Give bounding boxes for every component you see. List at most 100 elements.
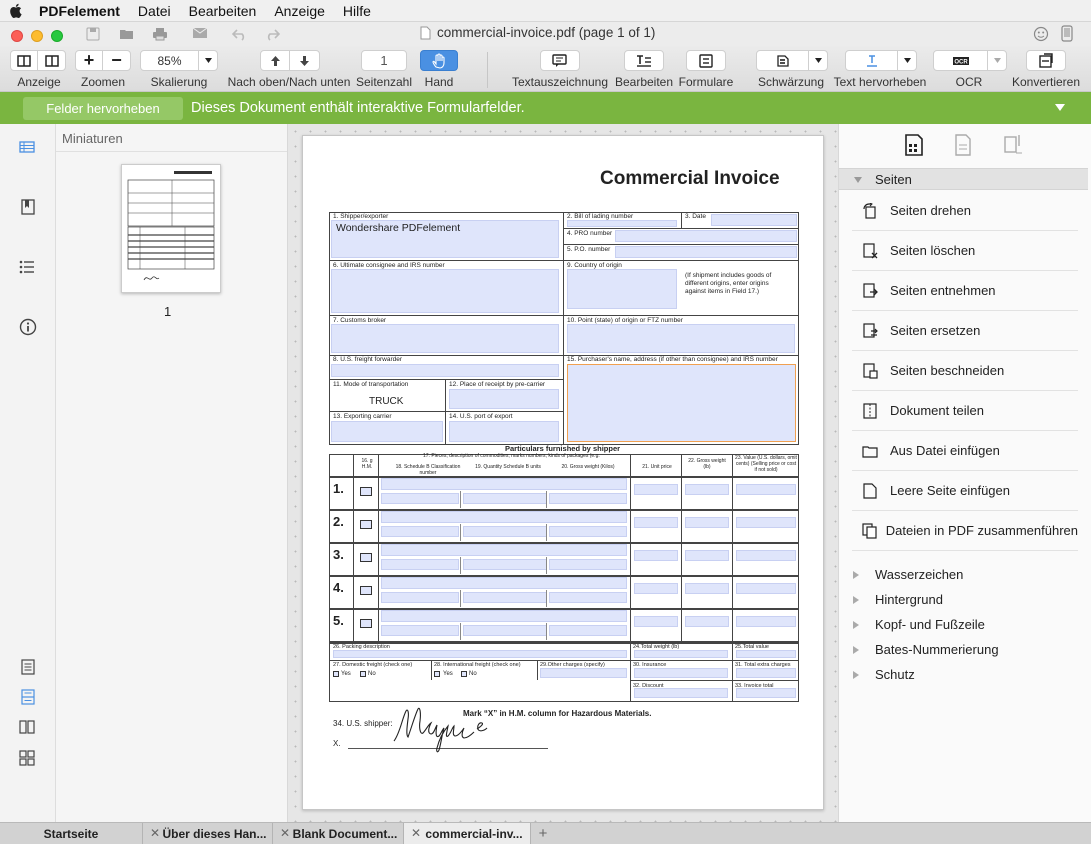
total-value-field[interactable] xyxy=(736,650,796,658)
item-description-field[interactable] xyxy=(381,610,627,622)
date-field[interactable] xyxy=(711,214,797,226)
item-amount-field[interactable] xyxy=(736,517,796,528)
domestic-yes-checkbox[interactable] xyxy=(333,671,339,677)
new-tab-button[interactable]: + xyxy=(531,823,555,844)
item-amount-field[interactable] xyxy=(634,517,678,528)
hand-tool-button[interactable] xyxy=(420,50,458,71)
menu-datei[interactable]: Datei xyxy=(129,0,180,22)
page-number-input[interactable]: 1 xyxy=(361,50,407,71)
tab-commercial-invoice[interactable]: ✕ commercial-inv... xyxy=(404,823,531,844)
domestic-no-checkbox[interactable] xyxy=(360,671,366,677)
other-charges-field[interactable] xyxy=(540,668,627,678)
international-yes-checkbox[interactable] xyxy=(434,671,440,677)
insert-blank-page-item[interactable]: Leere Seite einfügen xyxy=(852,471,1078,511)
menu-anzeige[interactable]: Anzeige xyxy=(265,0,334,22)
extract-pages-item[interactable]: Seiten entnehmen xyxy=(852,271,1078,311)
item-detail-field[interactable] xyxy=(381,592,459,603)
hazmat-checkbox[interactable] xyxy=(360,619,372,628)
tab-ueber-dieses-handbuch[interactable]: ✕ Über dieses Han... xyxy=(143,823,273,844)
port-of-export-field[interactable] xyxy=(449,421,559,442)
thumbnails-panel-icon[interactable] xyxy=(19,140,35,154)
page-organize-icon[interactable] xyxy=(904,134,924,156)
device-icon[interactable] xyxy=(1061,25,1073,42)
bill-of-lading-field[interactable] xyxy=(567,220,677,227)
zoom-out-button[interactable]: − xyxy=(103,50,130,70)
zoom-select[interactable]: 85% xyxy=(140,50,218,71)
zoom-in-button[interactable]: + xyxy=(76,50,104,70)
item-detail-field[interactable] xyxy=(549,526,627,537)
exporting-carrier-field[interactable] xyxy=(331,421,443,442)
item-amount-field[interactable] xyxy=(685,550,729,561)
item-detail-field[interactable] xyxy=(463,559,547,570)
item-detail-field[interactable] xyxy=(381,493,459,504)
item-description-field[interactable] xyxy=(381,511,627,523)
close-window-button[interactable] xyxy=(11,30,23,42)
item-detail-field[interactable] xyxy=(381,559,459,570)
discount-field[interactable] xyxy=(634,688,728,698)
item-description-field[interactable] xyxy=(381,478,627,490)
save-icon[interactable] xyxy=(86,27,100,41)
item-amount-field[interactable] xyxy=(634,484,678,495)
item-amount-field[interactable] xyxy=(685,484,729,495)
previous-page-button[interactable] xyxy=(261,51,291,70)
bookmark-panel-icon[interactable] xyxy=(21,199,35,215)
bates-numbering-section[interactable]: Bates-Nummerierung xyxy=(853,637,999,662)
hazmat-checkbox[interactable] xyxy=(360,553,372,562)
item-amount-field[interactable] xyxy=(736,484,796,495)
mail-icon[interactable] xyxy=(192,27,208,39)
smiley-feedback-icon[interactable] xyxy=(1033,26,1049,42)
document-properties-icon[interactable] xyxy=(954,134,972,156)
packing-description-field[interactable] xyxy=(333,650,627,658)
undo-icon[interactable] xyxy=(232,27,248,41)
freight-forwarder-field[interactable] xyxy=(331,364,559,377)
item-detail-field[interactable] xyxy=(549,493,627,504)
item-detail-field[interactable] xyxy=(381,625,459,636)
item-detail-field[interactable] xyxy=(463,526,547,537)
next-page-button[interactable] xyxy=(290,51,319,70)
close-tab-icon[interactable]: ✕ xyxy=(411,826,421,840)
international-no-checkbox[interactable] xyxy=(461,671,467,677)
item-amount-field[interactable] xyxy=(634,616,678,627)
customs-broker-field[interactable] xyxy=(331,324,559,353)
invoice-total-field[interactable] xyxy=(736,688,796,698)
extra-charges-field[interactable] xyxy=(736,668,796,678)
hazmat-checkbox[interactable] xyxy=(360,487,372,496)
point-of-origin-field[interactable] xyxy=(567,324,795,353)
continuous-scroll-icon[interactable] xyxy=(21,689,35,705)
minimize-window-button[interactable] xyxy=(31,30,43,42)
hazmat-checkbox[interactable] xyxy=(360,520,372,529)
place-of-receipt-field[interactable] xyxy=(449,389,559,409)
print-icon[interactable] xyxy=(152,27,168,41)
background-section[interactable]: Hintergrund xyxy=(853,587,943,612)
item-detail-field[interactable] xyxy=(463,592,547,603)
open-folder-icon[interactable] xyxy=(119,27,135,41)
split-document-item[interactable]: Dokument teilen xyxy=(852,391,1078,431)
single-page-view-button[interactable] xyxy=(11,51,39,70)
country-origin-field[interactable] xyxy=(567,269,677,309)
item-amount-field[interactable] xyxy=(685,616,729,627)
item-amount-field[interactable] xyxy=(634,550,678,561)
item-amount-field[interactable] xyxy=(736,616,796,627)
total-weight-field[interactable] xyxy=(634,650,728,658)
tab-blank-document[interactable]: ✕ Blank Document... xyxy=(273,823,404,844)
zoom-window-button[interactable] xyxy=(51,30,63,42)
item-amount-field[interactable] xyxy=(736,550,796,561)
redo-icon[interactable] xyxy=(264,27,280,41)
highlight-fields-button[interactable]: Felder hervorheben xyxy=(23,97,183,120)
insurance-field[interactable] xyxy=(634,668,728,678)
ocr-menu-button[interactable] xyxy=(988,51,1006,70)
item-description-field[interactable] xyxy=(381,577,627,589)
outline-panel-icon[interactable] xyxy=(19,260,35,274)
single-page-layout-icon[interactable] xyxy=(21,659,35,675)
item-amount-field[interactable] xyxy=(736,583,796,594)
header-footer-section[interactable]: Kopf- und Fußzeile xyxy=(853,612,985,637)
pages-section-header[interactable]: Seiten xyxy=(839,168,1088,190)
menu-app-name[interactable]: PDFelement xyxy=(30,0,129,22)
protection-section[interactable]: Schutz xyxy=(853,662,915,687)
close-tab-icon[interactable]: ✕ xyxy=(150,826,160,840)
item-amount-field[interactable] xyxy=(685,583,729,594)
edit-button[interactable] xyxy=(624,50,664,71)
redaction-button[interactable] xyxy=(757,51,809,70)
item-detail-field[interactable] xyxy=(549,625,627,636)
menu-bearbeiten[interactable]: Bearbeiten xyxy=(180,0,266,22)
